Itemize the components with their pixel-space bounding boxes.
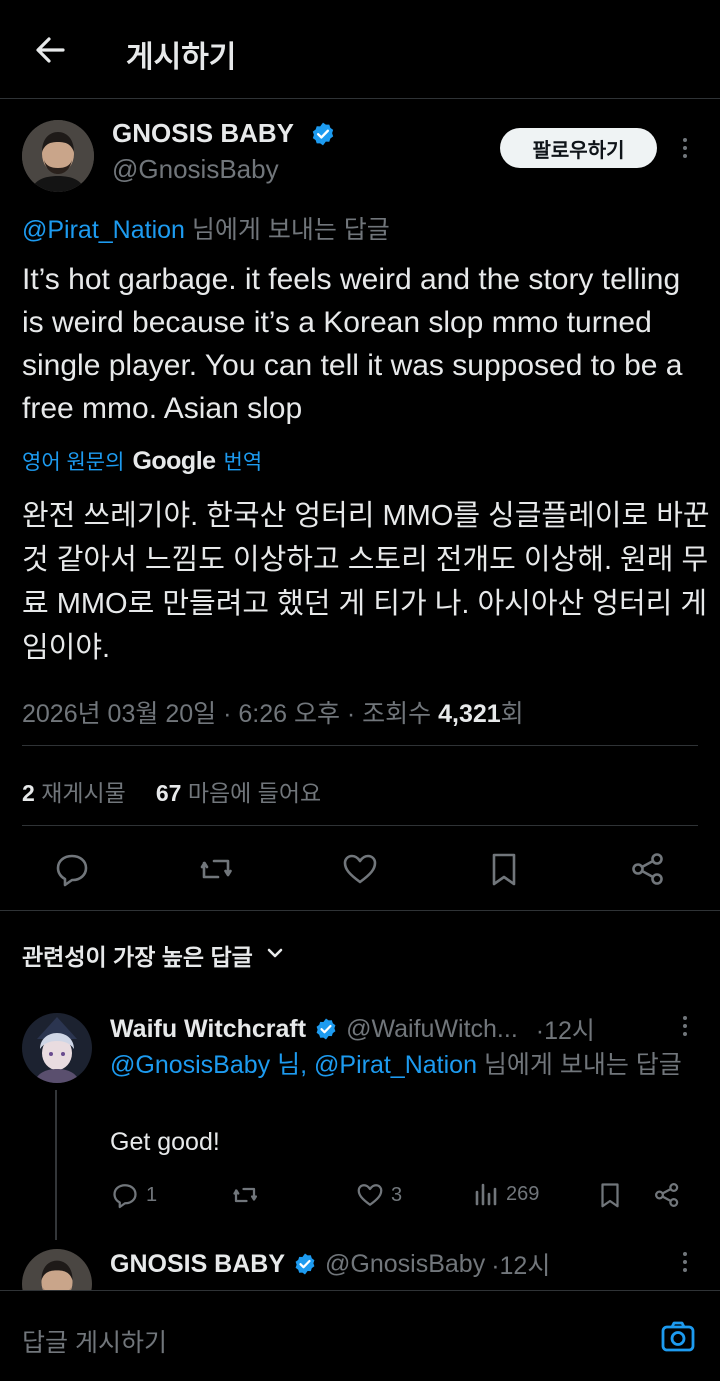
repost-icon[interactable] [196,849,236,889]
reply-actions: 1 3 269 [110,1180,690,1214]
divider [22,745,698,746]
verified-badge-icon [310,121,336,147]
replying-to-line: @Pirat_Nation 님에게 보내는 답글 [22,216,390,244]
thread-line [55,1090,57,1240]
reply-repost-button[interactable] [230,1180,260,1210]
likes-stat[interactable]: 67 마음에 들어요 [156,774,321,808]
google-logo: Google [132,446,216,475]
post-text: It’s hot garbage. it feels weird and the… [22,263,683,425]
reply-author-handle[interactable]: @WaifuWitch... [346,1015,518,1044]
camera-icon[interactable] [660,1319,696,1355]
divider [22,825,698,826]
reply-author-handle[interactable]: @GnosisBaby [325,1250,485,1279]
reply-share-button[interactable] [652,1180,682,1210]
reply-like-button[interactable]: 3 [355,1180,402,1210]
page-title: 게시하기 [126,41,237,74]
share-icon[interactable] [628,849,668,889]
reply-header: Waifu Witchcraft @WaifuWitch... ·12시 [110,1011,670,1047]
reply-icon[interactable] [52,849,92,889]
reply-composer-bar: 답글 게시하기 [0,1290,720,1381]
divider [0,910,720,911]
reply-avatar[interactable] [22,1013,92,1083]
back-arrow-icon[interactable] [30,30,70,70]
bookmark-icon [601,1183,619,1208]
more-options-icon[interactable] [680,138,690,162]
reply-text: Get good! [110,1128,220,1156]
mention-link[interactable]: @Pirat_Nation [314,1051,477,1079]
reply-bookmark-button[interactable] [595,1180,625,1210]
top-bar: 게시하기 [0,0,720,99]
reply-replying-to: @GnosisBaby 님, @Pirat_Nation 님에게 보내는 답글 [110,1051,682,1079]
reply-sort-dropdown[interactable]: 관련성이 가장 높은 답글 [22,938,285,972]
reply-header: GNOSIS BABY @GnosisBaby ·12시 [110,1246,670,1282]
reply-views-button[interactable]: 269 [472,1180,539,1208]
reposts-stat[interactable]: 2 재게시물 [22,774,126,808]
reply-more-options-icon[interactable] [680,1252,690,1274]
author-handle[interactable]: @GnosisBaby [112,154,279,185]
like-icon[interactable] [340,849,380,889]
translation-attribution[interactable]: 영어 원문의 Google 번역 [22,446,262,476]
author-avatar[interactable] [22,120,94,192]
like-icon [357,1184,383,1206]
reply-author-name[interactable]: Waifu Witchcraft [110,1015,306,1044]
reply-reply-button[interactable]: 1 [110,1180,157,1210]
reply-time[interactable]: ·12시 [491,1246,550,1282]
mention-link[interactable]: @Pirat_Nation [22,216,185,244]
mention-link[interactable]: @GnosisBaby [110,1051,270,1079]
chevron-down-icon [265,942,285,969]
view-count: 4,321 [438,700,501,728]
share-icon [655,1183,679,1207]
post-stats: 2 재게시물 67 마음에 들어요 [22,774,321,808]
translated-text: 완전 쓰레기야. 한국산 엉터리 MMO를 싱글플레이로 바꾼 것 같아서 느낌… [22,500,710,664]
verified-badge-icon [314,1017,338,1041]
follow-button[interactable]: 팔로우하기 [500,128,657,168]
post-timestamp[interactable]: 2026년 03월 20일 · 6:26 오후 · 조회수 [22,700,438,728]
bookmark-icon[interactable] [484,849,524,889]
author-name[interactable]: GNOSIS BABY [112,118,294,149]
reply-time[interactable]: ·12시 [536,1011,595,1047]
reply-icon [113,1184,137,1209]
verified-badge-icon [293,1252,317,1276]
reply-author-name[interactable]: GNOSIS BABY [110,1250,285,1279]
repost-icon [233,1187,257,1203]
post-meta: 2026년 03월 20일 · 6:26 오후 · 조회수 4,321회 [22,700,524,728]
reply-input[interactable]: 답글 게시하기 [22,1323,167,1359]
reply-more-options-icon[interactable] [680,1016,690,1038]
views-icon [475,1183,497,1206]
